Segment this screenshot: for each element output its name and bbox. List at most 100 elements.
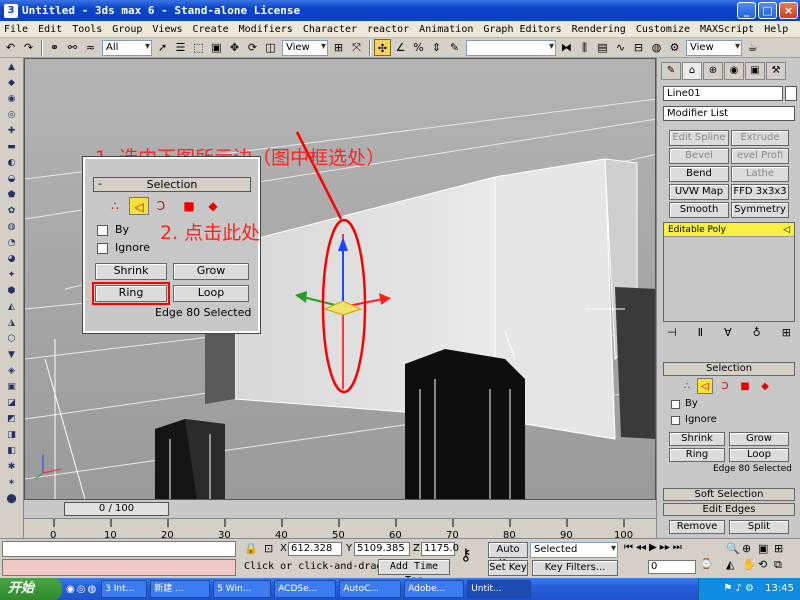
angle-snap-icon[interactable]: ∠	[392, 39, 409, 56]
vertex-mode-icon[interactable]: ∴	[105, 197, 125, 215]
lock-selection-icon[interactable]: 🔒	[244, 542, 258, 555]
element-mode-icon-right[interactable]: ◆	[755, 378, 775, 396]
tray-icons[interactable]: ⚑ ♪ ⚙	[723, 583, 754, 594]
tool-icon[interactable]: ◮	[4, 316, 20, 330]
spinner-snap-icon[interactable]: ⇕	[428, 39, 445, 56]
object-color-swatch[interactable]	[785, 86, 797, 101]
remove-modifier-icon[interactable]: ♁	[753, 326, 761, 342]
absolute-mode-icon[interactable]: ⊡	[264, 542, 273, 555]
tool-icon[interactable]: ◨	[4, 428, 20, 442]
menu-animation[interactable]: Animation	[419, 24, 473, 35]
schematic-icon[interactable]: ⊟	[630, 39, 647, 56]
menu-reactor[interactable]: reactor	[367, 24, 409, 35]
pan-icon[interactable]: ✋	[742, 558, 758, 572]
taskbar-item[interactable]: 5 Win...	[213, 580, 272, 598]
grow-button-right[interactable]: Grow	[729, 432, 789, 446]
display-tab-icon[interactable]: ▣	[745, 62, 765, 80]
unlink-icon[interactable]: ⚯	[64, 39, 81, 56]
key-icon[interactable]: ⚷	[460, 545, 472, 564]
bend-button[interactable]: Bend	[669, 166, 729, 182]
bevel-profile-button[interactable]: evel Profi	[731, 148, 789, 164]
close-button[interactable]: ×	[779, 2, 798, 19]
add-time-tag-button[interactable]: Add Time Tag	[378, 559, 450, 586]
tool-icon[interactable]: ✶	[4, 476, 20, 490]
scale-icon[interactable]: ◫	[262, 39, 279, 56]
tool-icon[interactable]: ◧	[4, 444, 20, 458]
menu-graph-editors[interactable]: Graph Editors	[483, 24, 561, 35]
rotate-icon[interactable]: ⟳	[244, 39, 261, 56]
tool-icon[interactable]: ◉	[4, 92, 20, 106]
go-to-start-icon[interactable]: ⏮	[624, 542, 633, 553]
ffd-button[interactable]: FFD 3x3x3	[731, 184, 789, 200]
menu-rendering[interactable]: Rendering	[572, 24, 626, 35]
go-to-end-icon[interactable]: ⏭	[673, 542, 682, 553]
tool-icon[interactable]: ▲	[4, 60, 20, 74]
taskbar-item[interactable]: ACDSe...	[274, 580, 337, 598]
undo-icon[interactable]: ↶	[2, 39, 19, 56]
tool-icon[interactable]: ▣	[4, 380, 20, 394]
create-tab-icon[interactable]: ✎	[661, 62, 681, 80]
tool-icon[interactable]: ⬢	[4, 284, 20, 298]
make-unique-icon[interactable]: ∀	[724, 326, 732, 342]
motion-tab-icon[interactable]: ◉	[724, 62, 744, 80]
ring-button-right[interactable]: Ring	[669, 448, 725, 462]
zoom-all-icon[interactable]: ⊕	[742, 542, 758, 555]
edit-spline-button[interactable]: Edit Spline	[669, 130, 729, 146]
maxscript-listener[interactable]	[2, 541, 236, 557]
remove-button[interactable]: Remove	[669, 520, 725, 534]
percent-snap-icon[interactable]: %	[410, 39, 427, 56]
ignore-backfacing-checkbox[interactable]	[97, 243, 108, 254]
mirror-icon[interactable]: ⧓	[558, 39, 575, 56]
maxscript-mini-listener[interactable]	[2, 559, 236, 576]
set-key-button[interactable]: Set Key	[488, 560, 528, 576]
tool-icon[interactable]: ◔	[4, 236, 20, 250]
time-config-icon[interactable]: ⌚	[700, 559, 712, 570]
tool-icon[interactable]: ⬡	[4, 332, 20, 346]
y-coordinate-field[interactable]: 5109.385	[354, 542, 410, 556]
minimize-button[interactable]: _	[737, 2, 756, 19]
quick-render-icon[interactable]: ☕	[744, 39, 761, 56]
move-icon[interactable]: ✥	[226, 39, 243, 56]
tool-icon[interactable]: ▬	[4, 140, 20, 154]
edge-mode-icon[interactable]: ◁	[129, 197, 149, 215]
taskbar-item[interactable]: 新建 ...	[150, 580, 211, 598]
current-frame-field[interactable]: 0	[648, 560, 696, 574]
rect-region-icon[interactable]: ⬚	[190, 39, 207, 56]
shrink-button[interactable]: Shrink	[95, 263, 167, 280]
pivot-icon[interactable]: ⊞	[330, 39, 347, 56]
named-selection-icon[interactable]: ✎	[446, 39, 463, 56]
grow-button[interactable]: Grow	[173, 263, 249, 280]
tool-icon[interactable]: ✱	[4, 460, 20, 474]
tool-icon[interactable]: ✦	[4, 268, 20, 282]
bevel-button[interactable]: Bevel	[669, 148, 729, 164]
reference-coord-select[interactable]: View	[282, 39, 328, 56]
menu-maxscript[interactable]: MAXScript	[700, 24, 754, 35]
tool-icon[interactable]: ◕	[4, 252, 20, 266]
field-of-view-icon[interactable]: ◭	[726, 558, 742, 572]
show-end-result-icon[interactable]: Ⅱ	[698, 326, 703, 342]
zoom-icon[interactable]: 🔍	[726, 542, 742, 555]
tool-icon[interactable]: ◐	[4, 156, 20, 170]
tool-icon[interactable]: ◍	[4, 220, 20, 234]
uvw-map-button[interactable]: UVW Map	[669, 184, 729, 200]
pin-stack-icon[interactable]: ⊣	[667, 326, 677, 342]
redo-icon[interactable]: ↷	[20, 39, 37, 56]
tool-icon[interactable]: ◆	[4, 76, 20, 90]
selection-rollout-header[interactable]: - Selection	[93, 177, 251, 192]
smooth-button[interactable]: Smooth	[669, 202, 729, 218]
taskbar-item[interactable]: Adobe...	[404, 580, 465, 598]
menu-tools[interactable]: Tools	[72, 24, 102, 35]
menu-views[interactable]: Views	[152, 24, 182, 35]
menu-customize[interactable]: Customize	[636, 24, 690, 35]
tool-icon[interactable]: ◪	[4, 396, 20, 410]
quick-launch-icons[interactable]: ◉◎◍	[66, 584, 98, 595]
select-icon[interactable]: ➚	[154, 39, 171, 56]
menu-file[interactable]: File	[4, 24, 28, 35]
zoom-extents-all-icon[interactable]: ⊞	[774, 542, 790, 555]
by-vertex-checkbox-right[interactable]	[671, 400, 680, 409]
tool-icon[interactable]: ⬟	[4, 188, 20, 202]
menu-create[interactable]: Create	[193, 24, 229, 35]
align-icon[interactable]: ⫼	[576, 39, 593, 56]
soft-selection-rollout[interactable]: Soft Selection	[663, 488, 795, 501]
hierarchy-tab-icon[interactable]: ⊕	[703, 62, 723, 80]
